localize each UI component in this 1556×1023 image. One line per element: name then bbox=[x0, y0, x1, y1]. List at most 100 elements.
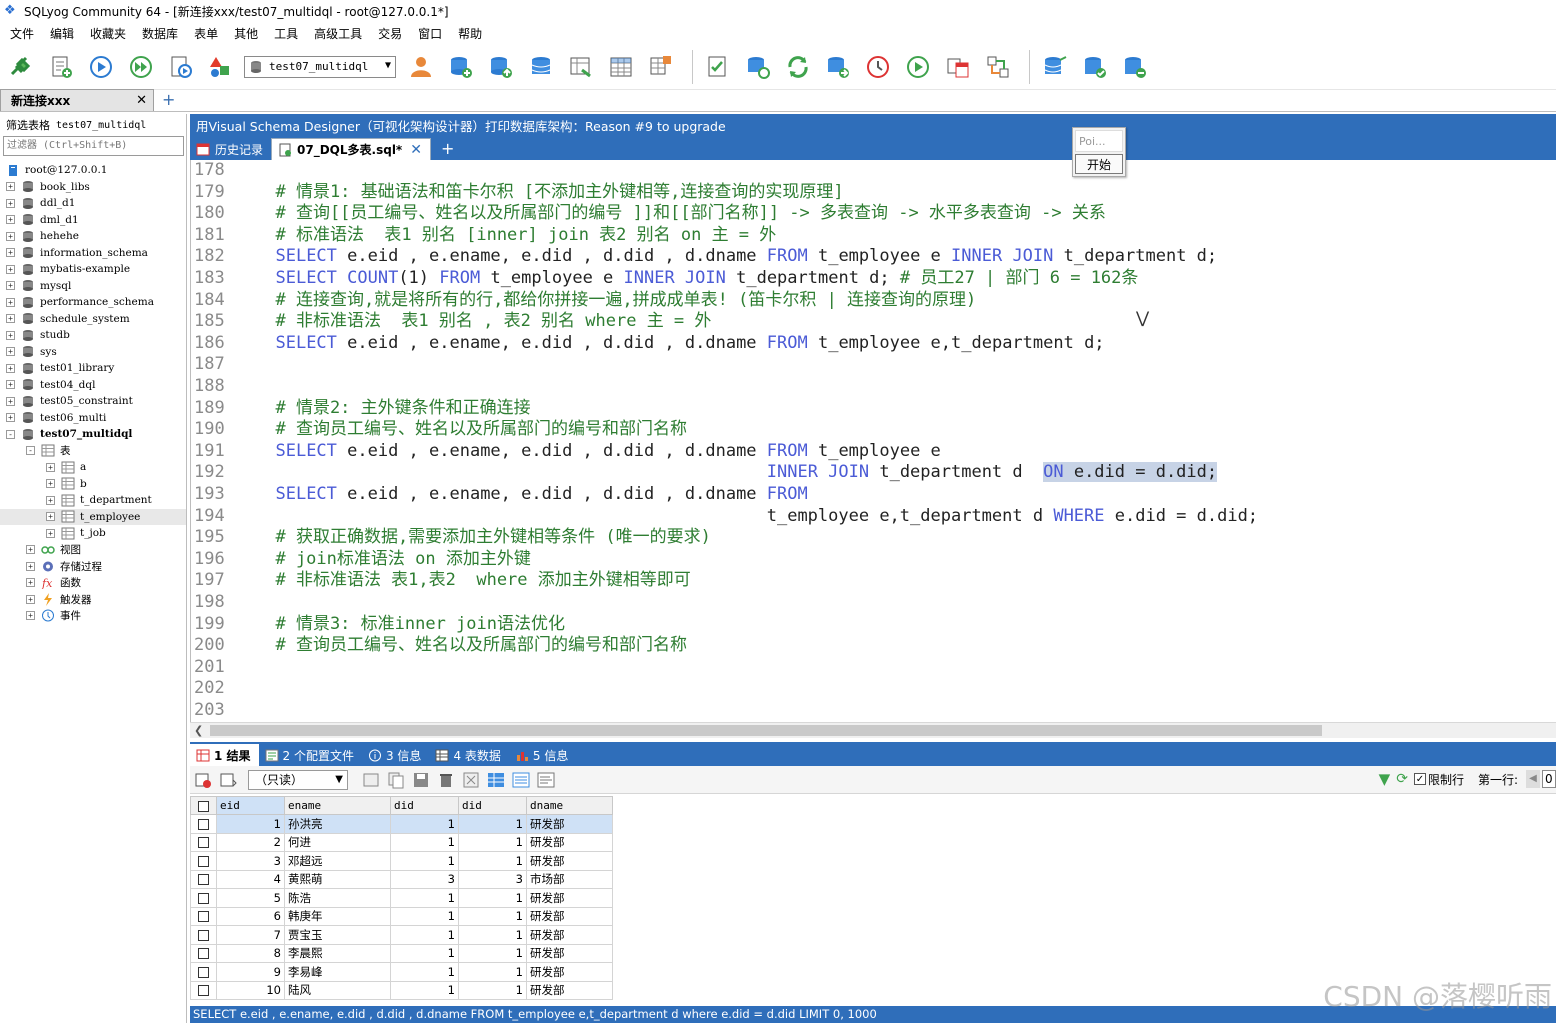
column-header-did-dept[interactable]: did bbox=[458, 796, 527, 815]
tree-node[interactable]: + test01_library bbox=[0, 360, 186, 377]
table-cell[interactable]: 1 bbox=[458, 925, 527, 945]
refresh-icon[interactable]: ⟳ bbox=[1396, 771, 1408, 787]
expand-icon[interactable]: + bbox=[6, 314, 15, 324]
table-cell[interactable]: 1 bbox=[390, 832, 459, 852]
menu-table[interactable]: 表单 bbox=[186, 25, 226, 42]
tree-node[interactable]: + t_department bbox=[0, 492, 186, 509]
expand-icon[interactable]: + bbox=[46, 462, 55, 472]
expand-icon[interactable]: + bbox=[6, 413, 15, 423]
schema-designer-button[interactable] bbox=[204, 50, 238, 84]
expand-icon[interactable]: + bbox=[6, 198, 15, 208]
expand-icon[interactable]: + bbox=[6, 248, 15, 258]
expand-icon[interactable]: + bbox=[46, 495, 55, 505]
table-row[interactable]: 3 邓超远 1 1 研发部 bbox=[190, 851, 613, 871]
tree-node[interactable]: + test06_multi bbox=[0, 410, 186, 427]
duplicate-row-icon[interactable] bbox=[387, 771, 405, 789]
table-cell[interactable]: 3 bbox=[458, 869, 527, 889]
expand-icon[interactable]: + bbox=[46, 528, 55, 538]
table-cell[interactable]: 8 bbox=[216, 943, 285, 963]
tab-history[interactable]: 历史记录 bbox=[190, 138, 271, 160]
upgrade-banner[interactable]: 用Visual Schema Designer（可视化架构设计器）打印数据库架构… bbox=[190, 114, 1556, 136]
tab-messages[interactable]: 3 信息 bbox=[362, 744, 429, 766]
close-icon[interactable]: ✕ bbox=[410, 142, 422, 158]
horizontal-scrollbar[interactable]: ❮ bbox=[190, 722, 1556, 738]
tree-node[interactable]: + mysql bbox=[0, 278, 186, 295]
filter-icon[interactable]: ▼ bbox=[1379, 770, 1391, 788]
tree-node[interactable]: + 事件 bbox=[0, 608, 186, 625]
copy-database-button[interactable] bbox=[821, 50, 855, 84]
table-cell[interactable]: 孙洪亮 bbox=[284, 814, 391, 834]
tree-node[interactable]: + t_job bbox=[0, 525, 186, 542]
table-cell[interactable]: 9 bbox=[216, 962, 285, 982]
add-connection-icon[interactable]: + bbox=[162, 89, 175, 111]
table-cell[interactable]: 1 bbox=[458, 980, 527, 1000]
table-cell[interactable]: 4 bbox=[216, 869, 285, 889]
expand-icon[interactable]: + bbox=[26, 545, 35, 555]
row-checkbox[interactable] bbox=[190, 832, 217, 852]
table-cell[interactable]: 1 bbox=[458, 943, 527, 963]
expand-icon[interactable]: + bbox=[26, 611, 35, 621]
table-row[interactable]: 10 陆风 1 1 研发部 bbox=[190, 980, 613, 1000]
schema-sync-button[interactable] bbox=[981, 50, 1015, 84]
expand-icon[interactable]: + bbox=[6, 297, 15, 307]
row-checkbox[interactable] bbox=[190, 943, 217, 963]
table-cell[interactable]: 黄熙萌 bbox=[284, 869, 391, 889]
expand-icon[interactable]: + bbox=[6, 231, 15, 241]
user-manager-button[interactable] bbox=[404, 50, 438, 84]
first-row-input[interactable]: 0 bbox=[1542, 770, 1556, 788]
row-checkbox[interactable] bbox=[190, 888, 217, 908]
table-row[interactable]: 4 黄熙萌 3 3 市场部 bbox=[190, 869, 613, 889]
previous-page-icon[interactable]: ◀ bbox=[1526, 770, 1540, 788]
table-cell[interactable]: 1 bbox=[390, 851, 459, 871]
menu-others[interactable]: 其他 bbox=[226, 25, 266, 42]
table-cell[interactable]: 1 bbox=[390, 980, 459, 1000]
table-cell[interactable]: 3 bbox=[216, 851, 285, 871]
readonly-mode-select[interactable]: （只读） ▼ bbox=[248, 769, 348, 790]
tree-node[interactable]: - test07_multidql bbox=[0, 426, 186, 443]
scheduler-button[interactable] bbox=[861, 50, 895, 84]
table-cell[interactable]: 1 bbox=[390, 925, 459, 945]
execute-query-button[interactable] bbox=[84, 50, 118, 84]
table-row[interactable]: 1 孙洪亮 1 1 研发部 bbox=[190, 814, 613, 834]
add-query-tab-icon[interactable]: + bbox=[441, 138, 454, 160]
export-icon[interactable] bbox=[219, 771, 237, 789]
table-cell[interactable]: 研发部 bbox=[526, 814, 613, 834]
collapse-icon[interactable]: - bbox=[6, 429, 15, 439]
table-cell[interactable]: 1 bbox=[458, 962, 527, 982]
tree-node[interactable]: + 存储过程 bbox=[0, 558, 186, 575]
visual-data-compare-button[interactable] bbox=[941, 50, 975, 84]
table-cell[interactable]: 研发部 bbox=[526, 832, 613, 852]
find-input[interactable]: Poi... bbox=[1075, 130, 1123, 152]
menu-window[interactable]: 窗口 bbox=[410, 25, 450, 42]
table-cell[interactable]: 7 bbox=[216, 925, 285, 945]
table-cell[interactable]: 研发部 bbox=[526, 906, 613, 926]
table-cell[interactable]: 1 bbox=[458, 888, 527, 908]
row-checkbox[interactable] bbox=[190, 869, 217, 889]
table-cell[interactable]: 研发部 bbox=[526, 943, 613, 963]
menu-file[interactable]: 文件 bbox=[2, 25, 42, 42]
expand-icon[interactable]: + bbox=[26, 578, 35, 588]
table-cell[interactable]: 1 bbox=[458, 906, 527, 926]
column-header-did[interactable]: did bbox=[390, 796, 459, 815]
row-checkbox[interactable] bbox=[190, 962, 217, 982]
menu-database[interactable]: 数据库 bbox=[134, 25, 186, 42]
import-button[interactable] bbox=[564, 50, 598, 84]
row-checkbox[interactable] bbox=[190, 980, 217, 1000]
execute-all-button[interactable] bbox=[124, 50, 158, 84]
table-cell[interactable]: 1 bbox=[458, 814, 527, 834]
tree-node[interactable]: + test05_constraint bbox=[0, 393, 186, 410]
tree-node[interactable]: -表 bbox=[0, 443, 186, 460]
tab-result[interactable]: 1 结果 bbox=[190, 744, 259, 766]
table-data-button[interactable] bbox=[604, 50, 638, 84]
table-row[interactable]: 5 陈浩 1 1 研发部 bbox=[190, 888, 613, 908]
new-query-button[interactable] bbox=[44, 50, 78, 84]
menu-power-tools[interactable]: 高级工具 bbox=[306, 25, 370, 42]
tree-node[interactable]: root@127.0.0.1 bbox=[0, 162, 186, 179]
scrollbar-thumb[interactable] bbox=[210, 725, 1322, 736]
tree-node[interactable]: + book_libs bbox=[0, 179, 186, 196]
save-icon[interactable] bbox=[412, 771, 430, 789]
tree-node[interactable]: + sys bbox=[0, 344, 186, 361]
add-row-icon[interactable] bbox=[194, 771, 212, 789]
create-database-button[interactable] bbox=[444, 50, 478, 84]
tree-node[interactable]: + t_employee bbox=[0, 508, 186, 525]
